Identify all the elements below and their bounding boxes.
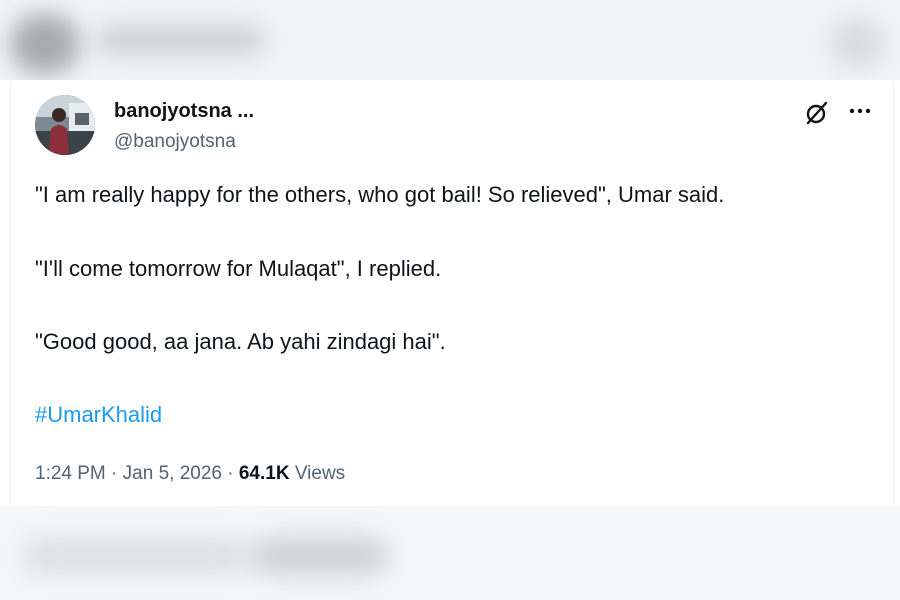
- hashtag-link[interactable]: #UmarKhalid: [35, 402, 162, 428]
- tweet-card: banojyotsna ... @banojyotsna "I am reall…: [10, 82, 894, 506]
- tweet-metadata: 1:24 PM · Jan 5, 2026 · 64.1K Views: [35, 463, 345, 485]
- blurred-header-background: [0, 0, 900, 80]
- blurred-footer-background: [0, 506, 900, 600]
- avatar[interactable]: [35, 95, 95, 155]
- blurred-text-shape: [250, 536, 390, 576]
- author-handle[interactable]: @banojyotsna: [114, 131, 236, 153]
- more-options-icon[interactable]: [847, 98, 873, 124]
- grok-icon[interactable]: [804, 100, 830, 126]
- meta-separator: ·: [111, 463, 118, 484]
- tweet-time[interactable]: 1:24 PM: [35, 463, 106, 484]
- avatar-photo: [35, 95, 95, 155]
- tweet-paragraph: "Good good, aa jana. Ab yahi zindagi hai…: [35, 329, 446, 354]
- meta-separator: ·: [227, 463, 234, 484]
- tweet-paragraph: "I'll come tomorrow for Mulaqat", I repl…: [35, 256, 442, 281]
- views-count[interactable]: 64.1K: [239, 463, 290, 484]
- tweet-paragraph: "I am really happy for the others, who g…: [35, 182, 725, 207]
- author-display-name[interactable]: banojyotsna ...: [114, 100, 254, 123]
- blurred-avatar-shape: [10, 14, 80, 74]
- blurred-text-shape: [20, 536, 250, 576]
- tweet-date[interactable]: Jan 5, 2026: [123, 463, 222, 484]
- blurred-icon-shape: [830, 18, 885, 68]
- blurred-text-shape: [95, 24, 265, 56]
- views-label[interactable]: Views: [295, 463, 345, 484]
